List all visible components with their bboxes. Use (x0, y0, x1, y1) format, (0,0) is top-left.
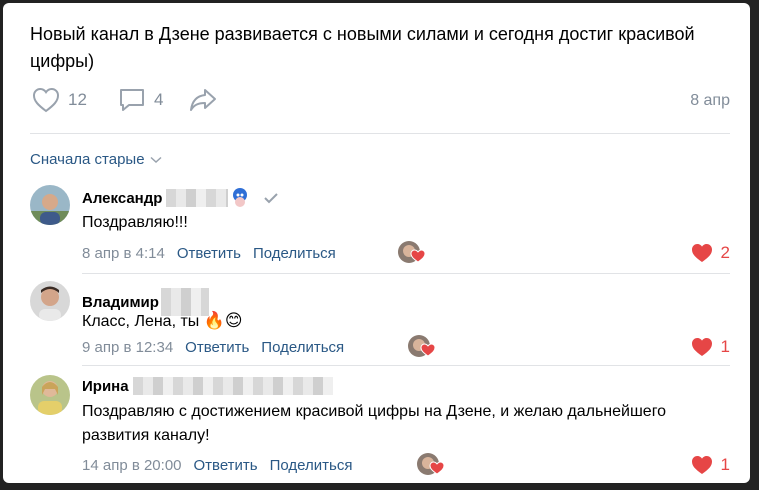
heart-badge-icon (429, 461, 445, 475)
sort-label: Сначала старые (30, 151, 145, 168)
robot-badge-icon (233, 188, 248, 207)
chevron-down-icon (150, 156, 162, 163)
comment-time[interactable]: 14 апр в 20:00 (82, 457, 182, 474)
comment-item: Ирина Поздравляю с достижением красивой … (30, 375, 730, 483)
post-actions: 12 4 8 апр (30, 87, 730, 117)
post-text: Новый канал в Дзене развивается с новыми… (30, 24, 695, 71)
comment-like-count: 2 (720, 243, 730, 262)
avatar[interactable] (30, 375, 70, 415)
comment-like-count: 1 (720, 337, 730, 356)
comment-time[interactable]: 9 апр в 12:34 (82, 339, 173, 356)
comment-like-button[interactable]: 2 (691, 243, 730, 263)
like-count: 12 (68, 90, 87, 109)
comment-like-count: 1 (720, 455, 730, 474)
post-date: 8 апр (690, 92, 730, 109)
heart-badge-icon (410, 249, 426, 263)
comment-count: 4 (154, 90, 164, 109)
like-button[interactable]: 12 (32, 87, 87, 113)
comment-item: Владимир Класс, Лена, ты 🔥😊 9 апр в 12:3… (30, 281, 730, 367)
redacted-surname (132, 377, 333, 395)
liker-avatar[interactable] (408, 335, 436, 359)
post-card: Новый канал в Дзене развивается с новыми… (3, 3, 750, 483)
comment-like-button[interactable]: 1 (691, 337, 730, 357)
comment-item: Александр Поздравляю!!! 8 апр в 4:14 Отв… (30, 185, 730, 273)
comment-meta: 8 апр в 4:14 Ответить Поделиться (82, 245, 336, 262)
comment-icon (120, 89, 144, 111)
avatar[interactable] (30, 185, 70, 225)
comment-time[interactable]: 8 апр в 4:14 (82, 245, 165, 262)
reply-link[interactable]: Ответить (177, 245, 241, 262)
redacted-surname (166, 189, 229, 207)
heart-outline-icon (32, 87, 60, 113)
liker-avatar[interactable] (398, 241, 426, 265)
comment-author[interactable]: Ирина (82, 377, 333, 395)
reply-link[interactable]: Ответить (185, 339, 249, 356)
heart-filled-icon (691, 456, 712, 474)
comment-meta: 14 апр в 20:00 Ответить Поделиться (82, 457, 352, 474)
comment-text: Поздравляю с достижением красивой цифры … (82, 403, 667, 444)
share-link[interactable]: Поделиться (270, 457, 353, 474)
reply-link[interactable]: Ответить (194, 457, 258, 474)
fire-smile-emoji: 🔥😊 (203, 311, 243, 331)
share-link[interactable]: Поделиться (261, 339, 344, 356)
comment-button[interactable]: 4 (118, 87, 163, 113)
heart-filled-icon (691, 244, 712, 262)
comment-text: Поздравляю!!! (82, 214, 188, 231)
share-link[interactable]: Поделиться (253, 245, 336, 262)
divider (30, 133, 730, 134)
comment-meta: 9 апр в 12:34 Ответить Поделиться (82, 339, 344, 356)
sort-dropdown[interactable]: Сначала старые (30, 151, 162, 168)
comment-text: Класс, Лена, ты 🔥😊 (82, 311, 243, 331)
heart-filled-icon (691, 338, 712, 356)
divider (82, 273, 730, 274)
heart-badge-icon (420, 343, 436, 357)
divider (82, 365, 730, 366)
share-button[interactable] (188, 87, 218, 113)
liker-avatar[interactable] (417, 453, 445, 477)
comment-author[interactable]: Александр (82, 187, 279, 209)
comment-like-button[interactable]: 1 (691, 455, 730, 475)
share-arrow-icon (190, 89, 216, 111)
check-icon (264, 193, 279, 204)
avatar[interactable] (30, 281, 70, 321)
